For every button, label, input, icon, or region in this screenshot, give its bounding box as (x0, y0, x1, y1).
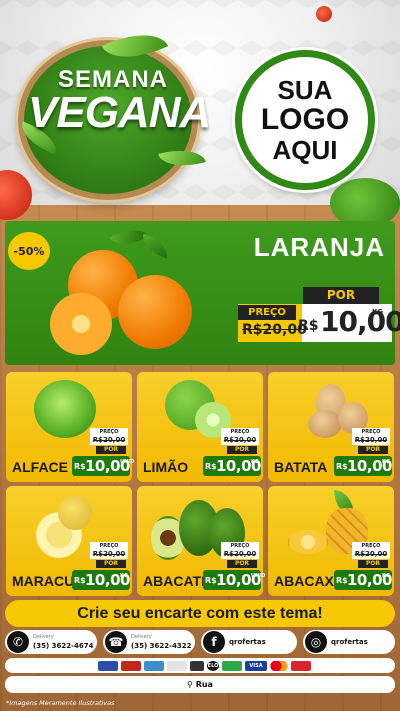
product-old-price: R$20,00 (221, 550, 259, 559)
orange-half (50, 293, 112, 355)
product-card[interactable]: ABACATE PREÇO R$20,00 POR R$ 10,00 UNID (137, 486, 265, 596)
featured-product-name: LARANJA (253, 232, 385, 262)
discount-badge: -50% (8, 232, 50, 270)
payment-methods: ELO VISA (5, 658, 395, 673)
product-currency: R$ (336, 576, 348, 585)
product-price-box: R$ 10,00 UNID (72, 456, 134, 476)
product-currency: R$ (336, 462, 348, 471)
product-currency: R$ (74, 462, 86, 471)
featured-unit: KG (372, 308, 384, 316)
product-old-price: R$20,00 (221, 436, 259, 445)
product-price-box: R$ 10,00 KG (334, 456, 392, 476)
product-price-box: R$ 10,00 KG (203, 456, 261, 476)
product-name: ABACATE (143, 573, 211, 589)
instagram-handle: qrofertas (331, 638, 368, 646)
whatsapp-contact[interactable]: ✆ Delivery (35) 3622-4674 (5, 630, 97, 654)
featured-price: 10,00 (320, 305, 400, 338)
product-unit: UNID (120, 459, 135, 465)
card-icon (98, 661, 118, 671)
whatsapp-icon: ✆ (7, 631, 29, 653)
featured-por-label: POR (303, 287, 379, 304)
product-unit: KG (382, 573, 390, 579)
logo-line-3: AQUI (272, 135, 338, 165)
product-por-label: POR (358, 560, 388, 568)
card-icon (291, 661, 311, 671)
product-por-label: POR (227, 446, 257, 454)
badge-title-line2: VEGANA (28, 88, 211, 137)
product-preco-label: PREÇO (352, 542, 390, 550)
product-old-price: R$20,00 (352, 436, 390, 445)
product-por-label: POR (96, 560, 126, 568)
product-card[interactable]: LIMÃO PREÇO R$20,00 POR R$ 10,00 KG (137, 372, 263, 482)
product-preco-label: PREÇO (221, 542, 259, 550)
product-name: BATATA (274, 459, 328, 475)
phone-contact[interactable]: ☎ Delivery (35) 3622-4322 (103, 630, 195, 654)
logo-line-2: LOGO (260, 103, 350, 136)
product-name: ABACAXI (274, 573, 338, 589)
location-icon: ⚲ (187, 680, 196, 689)
whatsapp-number: (35) 3622-4674 (33, 642, 94, 650)
product-price-box: R$ 10,00 KG (72, 570, 130, 590)
potato-image (308, 410, 342, 438)
product-old-price: R$20,00 (90, 550, 128, 559)
visa-icon: VISA (245, 661, 267, 671)
facebook-icon: f (203, 631, 225, 653)
create-flyer-banner[interactable]: Crie seu encarte com este tema! (5, 600, 395, 627)
phone-label: Delivery (131, 634, 152, 640)
facebook-contact[interactable]: f qrofertas (201, 630, 297, 654)
card-icon (121, 661, 141, 671)
product-unit: KG (251, 459, 259, 465)
product-card[interactable]: BATATA PREÇO R$20,00 POR R$ 10,00 KG (268, 372, 394, 482)
product-name: ALFACE (12, 459, 68, 475)
product-preco-label: PREÇO (221, 428, 259, 436)
card-icon (167, 661, 187, 671)
address-text: Rua (195, 680, 213, 689)
product-preco-label: PREÇO (90, 428, 128, 436)
product-price-box: R$ 10,00 UNID (203, 570, 265, 590)
product-currency: R$ (205, 576, 217, 585)
product-card[interactable]: ALFACE PREÇO R$20,00 POR R$ 10,00 UNID (6, 372, 134, 482)
featured-preco-label: PREÇO (238, 305, 296, 320)
instagram-contact[interactable]: ◎ qrofertas (303, 630, 395, 654)
product-card[interactable]: ABACAXI PREÇO R$20,00 POR R$ 10,00 KG (268, 486, 394, 596)
contact-row: ✆ Delivery (35) 3622-4674 ☎ Delivery (35… (0, 630, 400, 656)
product-por-label: POR (227, 560, 257, 568)
product-unit: KG (120, 573, 128, 579)
decorative-berry (316, 6, 332, 22)
product-name: LIMÃO (143, 459, 189, 475)
orange-fruit (118, 275, 192, 349)
product-old-price: R$20,00 (352, 550, 390, 559)
lettuce-image (34, 380, 96, 438)
product-currency: R$ (74, 576, 86, 585)
whatsapp-label: Delivery (33, 634, 54, 640)
product-card[interactable]: MARACUJÁ PREÇO R$20,00 POR R$ 10,00 KG (6, 486, 132, 596)
phone-number: (35) 3622-4322 (131, 642, 192, 650)
card-icon (190, 661, 204, 671)
product-unit: KG (382, 459, 390, 465)
facebook-handle: qrofertas (229, 638, 266, 646)
pineapple-slice-image (288, 530, 328, 554)
product-preco-label: PREÇO (90, 542, 128, 550)
card-icon (144, 661, 164, 671)
passion-fruit-image (58, 496, 92, 530)
product-old-price: R$20,00 (90, 436, 128, 445)
address-bar[interactable]: ⚲ Rua (5, 676, 395, 693)
product-unit: UNID (251, 573, 266, 579)
product-price-box: R$ 10,00 KG (334, 570, 392, 590)
product-preco-label: PREÇO (352, 428, 390, 436)
footnote: *Imagens Meramente Ilustrativas (6, 699, 115, 707)
instagram-icon: ◎ (305, 631, 327, 653)
featured-currency: R$ (298, 318, 319, 334)
logo-line-1: SUA (277, 75, 333, 105)
product-currency: R$ (205, 462, 217, 471)
product-por-label: POR (358, 446, 388, 454)
logo-placeholder[interactable]: SUA LOGO AQUI (235, 50, 375, 190)
card-icon (222, 661, 242, 671)
mastercard-icon (269, 661, 289, 671)
phone-icon: ☎ (105, 631, 127, 653)
product-por-label: POR (96, 446, 126, 454)
elo-icon: ELO (207, 661, 219, 671)
